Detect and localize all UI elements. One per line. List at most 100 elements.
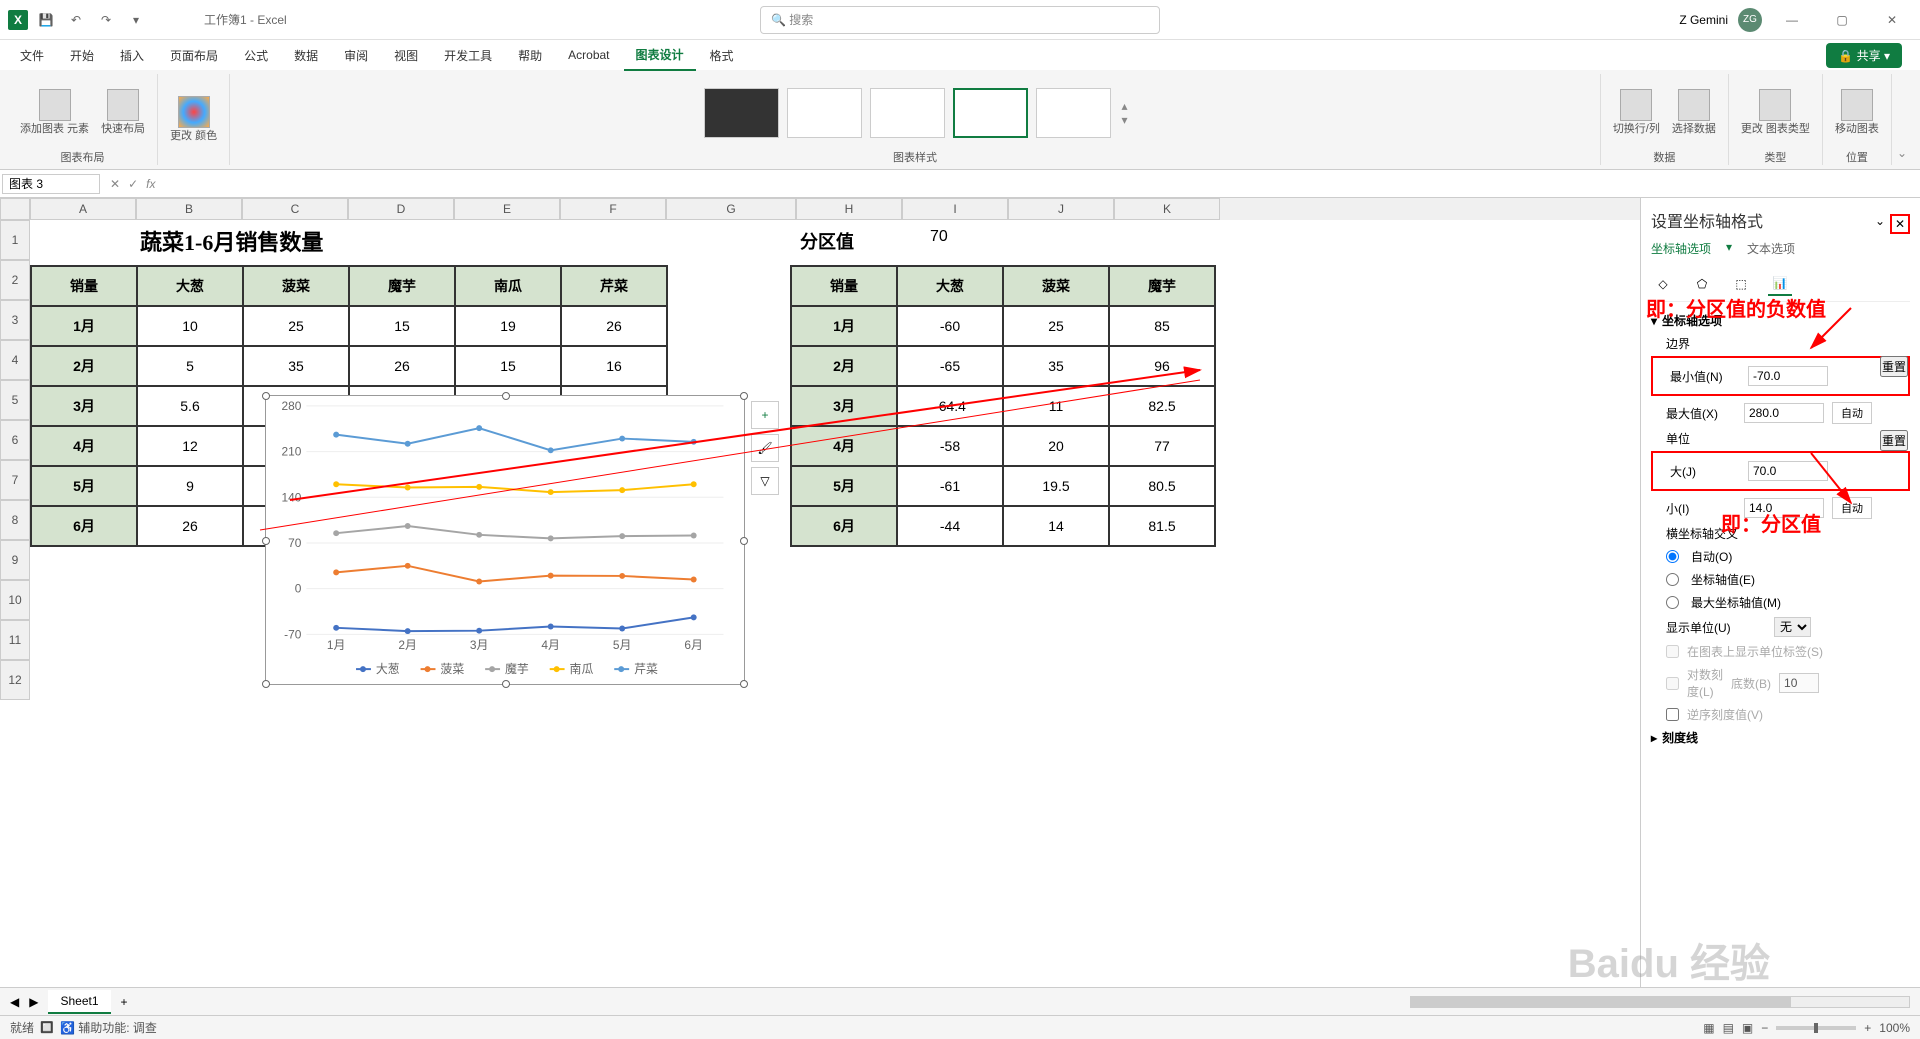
col-C[interactable]: C xyxy=(242,198,348,220)
tab-data[interactable]: 数据 xyxy=(282,41,330,70)
check-reverse[interactable] xyxy=(1666,708,1679,721)
radio-axis-value[interactable] xyxy=(1666,573,1679,586)
row-8[interactable]: 8 xyxy=(0,500,30,540)
pane-options-icon[interactable]: ⌄ xyxy=(1875,214,1885,234)
tab-insert[interactable]: 插入 xyxy=(108,41,156,70)
next-sheet-icon[interactable]: ▶ xyxy=(29,995,38,1009)
tab-view[interactable]: 视图 xyxy=(382,41,430,70)
fx-icon[interactable]: fx xyxy=(146,177,155,191)
row-4[interactable]: 4 xyxy=(0,340,30,380)
col-K[interactable]: K xyxy=(1114,198,1220,220)
reset-major-button[interactable]: 重置 xyxy=(1880,430,1908,451)
row-11[interactable]: 11 xyxy=(0,620,30,660)
maximize-icon[interactable]: ▢ xyxy=(1822,5,1862,35)
table2[interactable]: 销量大葱菠菜魔芋1月-6025852月-6535963月-64.41182.54… xyxy=(790,265,1216,547)
tab-help[interactable]: 帮助 xyxy=(506,41,554,70)
chart-style-3[interactable] xyxy=(870,88,945,138)
redo-icon[interactable]: ↷ xyxy=(94,8,118,32)
input-min[interactable] xyxy=(1748,366,1828,386)
share-button[interactable]: 🔒 共享 ▾ xyxy=(1826,43,1902,68)
row-7[interactable]: 7 xyxy=(0,460,30,500)
close-icon[interactable]: ✕ xyxy=(1872,5,1912,35)
tab-review[interactable]: 审阅 xyxy=(332,41,380,70)
minimize-icon[interactable]: — xyxy=(1772,5,1812,35)
user-name[interactable]: Z Gemini xyxy=(1679,13,1728,27)
col-B[interactable]: B xyxy=(136,198,242,220)
sheet-tab[interactable]: Sheet1 xyxy=(48,990,110,1014)
pane-tab-axis[interactable]: 坐标轴选项 xyxy=(1651,240,1711,257)
reset-min-button[interactable]: 重置 xyxy=(1880,356,1908,377)
chart-brush-icon[interactable]: 🖌 xyxy=(751,434,779,462)
move-chart-button[interactable]: 移动图表 xyxy=(1831,85,1883,140)
tab-dev[interactable]: 开发工具 xyxy=(432,41,504,70)
switch-rowcol-button[interactable]: 切换行/列 xyxy=(1609,85,1664,140)
qat-customize-icon[interactable]: ▾ xyxy=(124,8,148,32)
tab-home[interactable]: 开始 xyxy=(58,41,106,70)
view-layout-icon[interactable]: ▤ xyxy=(1723,1021,1734,1035)
tab-chartdesign[interactable]: 图表设计 xyxy=(624,40,696,71)
radio-max-axis[interactable] xyxy=(1666,596,1679,609)
zoom-in-icon[interactable]: + xyxy=(1864,1021,1871,1035)
cancel-formula-icon[interactable]: ✕ xyxy=(110,177,120,191)
select-data-button[interactable]: 选择数据 xyxy=(1668,85,1720,140)
avatar[interactable]: ZG xyxy=(1738,8,1762,32)
col-F[interactable]: F xyxy=(560,198,666,220)
row-10[interactable]: 10 xyxy=(0,580,30,620)
col-A[interactable]: A xyxy=(30,198,136,220)
confirm-formula-icon[interactable]: ✓ xyxy=(128,177,138,191)
col-I[interactable]: I xyxy=(902,198,1008,220)
zoom-out-icon[interactable]: − xyxy=(1761,1021,1768,1035)
col-D[interactable]: D xyxy=(348,198,454,220)
tab-formulas[interactable]: 公式 xyxy=(232,41,280,70)
input-max[interactable] xyxy=(1744,403,1824,423)
tab-file[interactable]: 文件 xyxy=(8,41,56,70)
chart-filter-icon[interactable]: ▽ xyxy=(751,467,779,495)
row-2[interactable]: 2 xyxy=(0,260,30,300)
search-box[interactable]: 🔍 搜索 xyxy=(760,6,1160,34)
undo-icon[interactable]: ↶ xyxy=(64,8,88,32)
col-J[interactable]: J xyxy=(1008,198,1114,220)
tab-format[interactable]: 格式 xyxy=(698,41,746,70)
quick-layout-button[interactable]: 快速布局 xyxy=(97,85,149,140)
view-break-icon[interactable]: ▣ xyxy=(1742,1021,1753,1035)
pane-tab-text[interactable]: 文本选项 xyxy=(1747,240,1795,257)
collapse-ribbon-icon[interactable]: ⌄ xyxy=(1892,141,1912,165)
save-icon[interactable]: 💾 xyxy=(34,8,58,32)
row-5[interactable]: 5 xyxy=(0,380,30,420)
view-normal-icon[interactable]: ▦ xyxy=(1703,1021,1714,1035)
prev-sheet-icon[interactable]: ◀ xyxy=(10,995,19,1009)
embedded-chart[interactable]: -700701402102801月2月3月4月5月6月大葱菠菜魔芋南瓜芹菜 + … xyxy=(265,395,745,685)
chart-style-4[interactable] xyxy=(953,88,1028,138)
section-ticks[interactable]: ▸ 刻度线 xyxy=(1651,729,1910,746)
select-all-corner[interactable] xyxy=(0,198,30,220)
row-9[interactable]: 9 xyxy=(0,540,30,580)
auto-max-button[interactable]: 自动 xyxy=(1832,402,1872,424)
chart-style-2[interactable] xyxy=(787,88,862,138)
change-colors-button[interactable]: 更改 颜色 xyxy=(166,92,221,147)
select-display-unit[interactable]: 无 xyxy=(1774,617,1811,637)
new-sheet-icon[interactable]: + xyxy=(121,995,128,1009)
add-chart-element-button[interactable]: 添加图表 元素 xyxy=(16,85,93,140)
chart-style-5[interactable] xyxy=(1036,88,1111,138)
radio-auto[interactable] xyxy=(1666,550,1679,563)
chart-plus-icon[interactable]: + xyxy=(751,401,779,429)
name-box[interactable] xyxy=(2,174,100,194)
tab-acrobat[interactable]: Acrobat xyxy=(556,42,621,68)
col-G[interactable]: G xyxy=(666,198,796,220)
col-E[interactable]: E xyxy=(454,198,560,220)
row-3[interactable]: 3 xyxy=(0,300,30,340)
row-12[interactable]: 12 xyxy=(0,660,30,700)
zoom-slider[interactable] xyxy=(1776,1026,1856,1030)
auto-minor-button[interactable]: 自动 xyxy=(1832,497,1872,519)
chart-style-1[interactable] xyxy=(704,88,779,138)
pane-close-icon[interactable]: ✕ xyxy=(1890,214,1910,234)
tab-pagelayout[interactable]: 页面布局 xyxy=(158,41,230,70)
row-6[interactable]: 6 xyxy=(0,420,30,460)
status-access[interactable]: ♿ 辅助功能: 调查 xyxy=(60,1019,157,1036)
input-major[interactable] xyxy=(1748,461,1828,481)
chart-style-more[interactable]: ▴▾ xyxy=(1121,99,1127,127)
col-H[interactable]: H xyxy=(796,198,902,220)
horizontal-scrollbar[interactable] xyxy=(1410,996,1910,1008)
worksheet[interactable]: A B C D E F G H I J K 123456789101112 蔬菜… xyxy=(0,198,1640,987)
change-chart-type-button[interactable]: 更改 图表类型 xyxy=(1737,85,1814,140)
